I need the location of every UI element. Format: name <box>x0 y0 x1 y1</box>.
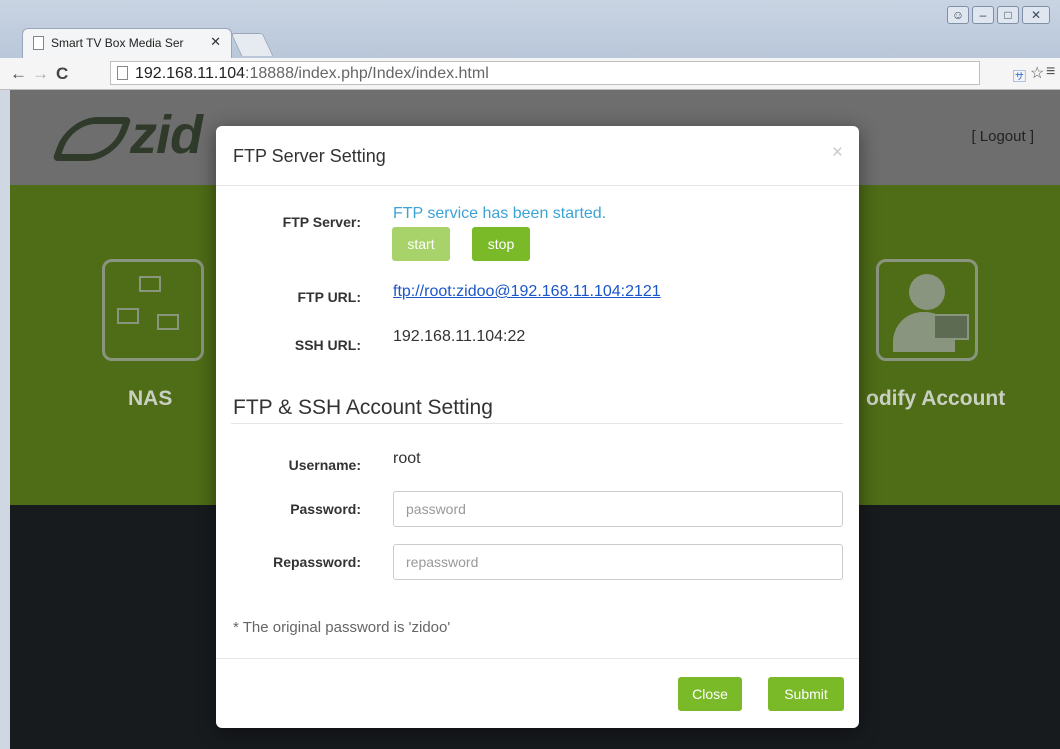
tab-title: Smart TV Box Media Ser <box>51 36 184 50</box>
computer-icon <box>117 308 139 324</box>
new-tab-button[interactable] <box>230 33 274 56</box>
modify-account-tile[interactable] <box>876 259 978 361</box>
address-bar[interactable]: 192.168.11.104:18888/index.php/Index/ind… <box>110 61 980 85</box>
ssh-url-label: SSH URL: <box>294 337 361 353</box>
user-icon[interactable]: ☺ <box>947 6 969 24</box>
logout-link[interactable]: [ Logout ] <box>971 128 1034 145</box>
submit-button[interactable]: Submit <box>768 677 844 711</box>
start-button[interactable]: start <box>392 227 450 261</box>
browser-toolbar: ← → C 192.168.11.104:18888/index.php/Ind… <box>0 58 1060 90</box>
logo-mark-icon <box>51 116 133 161</box>
modal-footer <box>216 658 859 728</box>
ftp-url-label: FTP URL: <box>297 289 361 305</box>
forward-arrow-icon[interactable]: → <box>32 64 49 84</box>
ftp-server-label: FTP Server: <box>282 214 361 230</box>
tab-close-icon[interactable]: ✕ <box>210 34 221 50</box>
repassword-label: Repassword: <box>273 554 361 570</box>
person-icon <box>909 274 945 310</box>
window-controls: ☺ – □ ✕ <box>947 6 1050 24</box>
window-close-icon[interactable]: ✕ <box>1022 6 1050 24</box>
reload-icon[interactable]: C <box>56 64 68 84</box>
page-icon <box>117 66 128 80</box>
modify-account-tile-label: odify Account <box>866 387 1006 410</box>
url-text: 192.168.11.104:18888/index.php/Index/ind… <box>135 65 489 83</box>
account-section-title: FTP & SSH Account Setting <box>233 396 493 419</box>
back-arrow-icon[interactable]: ← <box>10 64 27 84</box>
original-password-note: * The original password is 'zidoo' <box>233 619 451 636</box>
page-icon <box>33 36 44 50</box>
password-label: Password: <box>290 501 361 517</box>
close-button[interactable]: Close <box>678 677 742 711</box>
url-path: :18888/index.php/Index/index.html <box>245 65 489 82</box>
ftp-server-status: FTP service has been started. <box>393 205 607 222</box>
repassword-input[interactable] <box>393 544 843 580</box>
modal-header: FTP Server Setting × <box>216 126 859 186</box>
modal-close-icon[interactable]: × <box>832 142 843 164</box>
url-host: 192.168.11.104 <box>135 65 246 82</box>
computer-icon <box>139 276 161 292</box>
nas-tile-label: NAS <box>128 387 173 410</box>
ftp-url-link[interactable]: ftp://root:zidoo@192.168.11.104:2121 <box>393 283 661 301</box>
translate-icon[interactable]: 🈂 <box>1013 66 1026 85</box>
bookmark-star-icon[interactable]: ☆ <box>1030 63 1044 83</box>
nas-tile[interactable] <box>102 259 204 361</box>
section-divider <box>231 423 843 424</box>
id-card-icon <box>933 314 969 340</box>
logo-text: zid <box>130 105 203 165</box>
password-input[interactable] <box>393 491 843 527</box>
ftp-server-setting-modal: FTP Server Setting × FTP Server: FTP ser… <box>216 126 859 728</box>
stop-button[interactable]: stop <box>472 227 530 261</box>
modal-title: FTP Server Setting <box>233 146 386 166</box>
minimize-icon[interactable]: – <box>972 6 994 24</box>
username-value: root <box>393 450 421 467</box>
browser-titlebar: Smart TV Box Media Ser ✕ ☺ – □ ✕ <box>0 0 1060 58</box>
browser-tab[interactable]: Smart TV Box Media Ser ✕ <box>22 28 232 58</box>
zidoo-logo: zid <box>51 104 203 166</box>
computer-icon <box>157 314 179 330</box>
maximize-icon[interactable]: □ <box>997 6 1019 24</box>
menu-icon[interactable]: ≡ <box>1046 63 1055 81</box>
ssh-url-value: 192.168.11.104:22 <box>393 328 526 345</box>
username-label: Username: <box>288 457 361 473</box>
